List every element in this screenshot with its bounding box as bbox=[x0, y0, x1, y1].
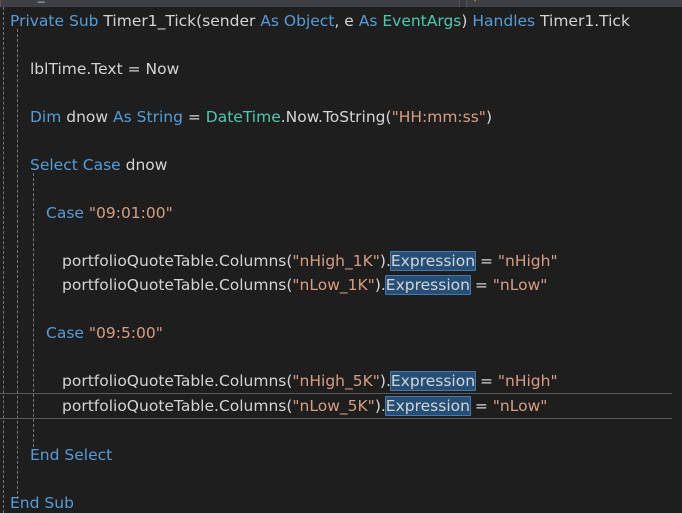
code-line[interactable]: Case "09:5:00" bbox=[0, 321, 682, 345]
code-token: portfolioQuoteTable.Columns( bbox=[62, 397, 293, 415]
selected-text[interactable]: Expression bbox=[384, 275, 471, 295]
code-token: Sub bbox=[44, 494, 74, 512]
code-line[interactable] bbox=[0, 177, 682, 201]
code-token: Timer1.Tick bbox=[535, 12, 630, 30]
code-token: portfolioQuoteTable.Columns( bbox=[62, 276, 293, 294]
code-token: = bbox=[182, 108, 206, 126]
code-token: = bbox=[475, 252, 498, 270]
code-token: Private bbox=[10, 12, 65, 30]
selected-text[interactable]: Expression bbox=[384, 396, 471, 416]
code-line[interactable] bbox=[0, 419, 682, 443]
code-token: Handles bbox=[472, 12, 536, 30]
code-token: "09:5:00" bbox=[88, 324, 163, 342]
code-token: Select bbox=[64, 446, 113, 464]
code-token: "nLow" bbox=[492, 397, 548, 415]
code-token: "nLow_1K" bbox=[292, 276, 375, 294]
code-line[interactable] bbox=[0, 297, 682, 321]
code-token: As bbox=[358, 12, 378, 30]
code-token: String bbox=[136, 108, 183, 126]
code-line[interactable]: lblTime.Text = Now bbox=[0, 57, 682, 81]
code-token: DateTime bbox=[205, 108, 281, 126]
code-line[interactable]: Dim dnow As String = DateTime.Now.ToStri… bbox=[0, 105, 682, 129]
code-token: .Now.ToString( bbox=[280, 108, 392, 126]
code-token: dnow bbox=[120, 156, 168, 174]
code-token: = bbox=[475, 372, 498, 390]
code-token: portfolioQuoteTable.Columns( bbox=[62, 252, 293, 270]
code-token: = bbox=[469, 397, 493, 415]
code-token: End bbox=[30, 446, 60, 464]
code-line[interactable] bbox=[0, 345, 682, 369]
code-editor-surface[interactable]: Private Sub Timer1_Tick(sender As Object… bbox=[0, 7, 682, 513]
code-token: "nHigh" bbox=[497, 252, 558, 270]
code-token: As bbox=[113, 108, 132, 126]
code-line[interactable]: Private Sub Timer1_Tick(sender As Object… bbox=[0, 9, 682, 33]
code-token: "nLow_5K" bbox=[292, 397, 375, 415]
code-token: Case bbox=[46, 324, 84, 342]
code-token: portfolioQuoteTable.Columns( bbox=[62, 372, 293, 390]
code-token: Dim bbox=[30, 108, 62, 126]
code-token: EventArgs bbox=[382, 12, 462, 30]
code-token: Object bbox=[283, 12, 335, 30]
code-token: lblTime.Text = Now bbox=[30, 60, 180, 78]
code-token: As bbox=[260, 12, 279, 30]
code-line[interactable] bbox=[0, 225, 682, 249]
code-token: = bbox=[469, 276, 493, 294]
code-token: "nHigh_5K" bbox=[292, 372, 380, 390]
lightning-bolt-icon: ⚡ bbox=[471, 0, 485, 2]
code-token: Case bbox=[82, 156, 121, 174]
code-token: Sub bbox=[68, 12, 99, 30]
code-line[interactable] bbox=[0, 81, 682, 105]
code-token: "nHigh" bbox=[497, 372, 558, 390]
code-token: Select bbox=[30, 156, 78, 174]
code-token: Timer1_Tick(sender bbox=[98, 12, 261, 30]
code-token: "09:01:00" bbox=[88, 204, 173, 222]
code-line-current[interactable]: portfolioQuoteTable.Columns("nLow_5K").E… bbox=[0, 393, 672, 419]
code-line[interactable]: End Sub bbox=[0, 491, 682, 513]
code-token: "HH:mm:ss" bbox=[391, 108, 486, 126]
member-dropdown-label: Timer1_Tick bbox=[1, 0, 66, 3]
code-line[interactable] bbox=[0, 129, 682, 153]
code-token: Case bbox=[46, 204, 84, 222]
code-line[interactable]: portfolioQuoteTable.Columns("nHigh_1K").… bbox=[0, 249, 682, 273]
code-line[interactable]: portfolioQuoteTable.Columns("nLow_1K").E… bbox=[0, 273, 682, 297]
code-token: ) bbox=[485, 108, 492, 126]
code-line[interactable] bbox=[0, 33, 682, 57]
code-line[interactable]: Case "09:01:00" bbox=[0, 201, 682, 225]
code-token: "nHigh_1K" bbox=[292, 252, 380, 270]
code-line[interactable]: Select Case dnow bbox=[0, 153, 682, 177]
code-token: dnow bbox=[61, 108, 114, 126]
code-token: End bbox=[10, 494, 40, 512]
code-line[interactable] bbox=[0, 467, 682, 491]
code-line[interactable]: End Select bbox=[0, 443, 682, 467]
code-text-area[interactable]: Private Sub Timer1_Tick(sender As Object… bbox=[0, 7, 682, 513]
selected-text[interactable]: Expression bbox=[389, 371, 477, 391]
code-line[interactable]: portfolioQuoteTable.Columns("nHigh_5K").… bbox=[0, 369, 682, 393]
selected-text[interactable]: Expression bbox=[389, 251, 477, 271]
object-dropdown-label: Timer1 bbox=[485, 0, 522, 3]
code-token: ) bbox=[461, 12, 473, 30]
code-token: "nLow" bbox=[492, 276, 548, 294]
code-token: , e bbox=[334, 12, 359, 30]
